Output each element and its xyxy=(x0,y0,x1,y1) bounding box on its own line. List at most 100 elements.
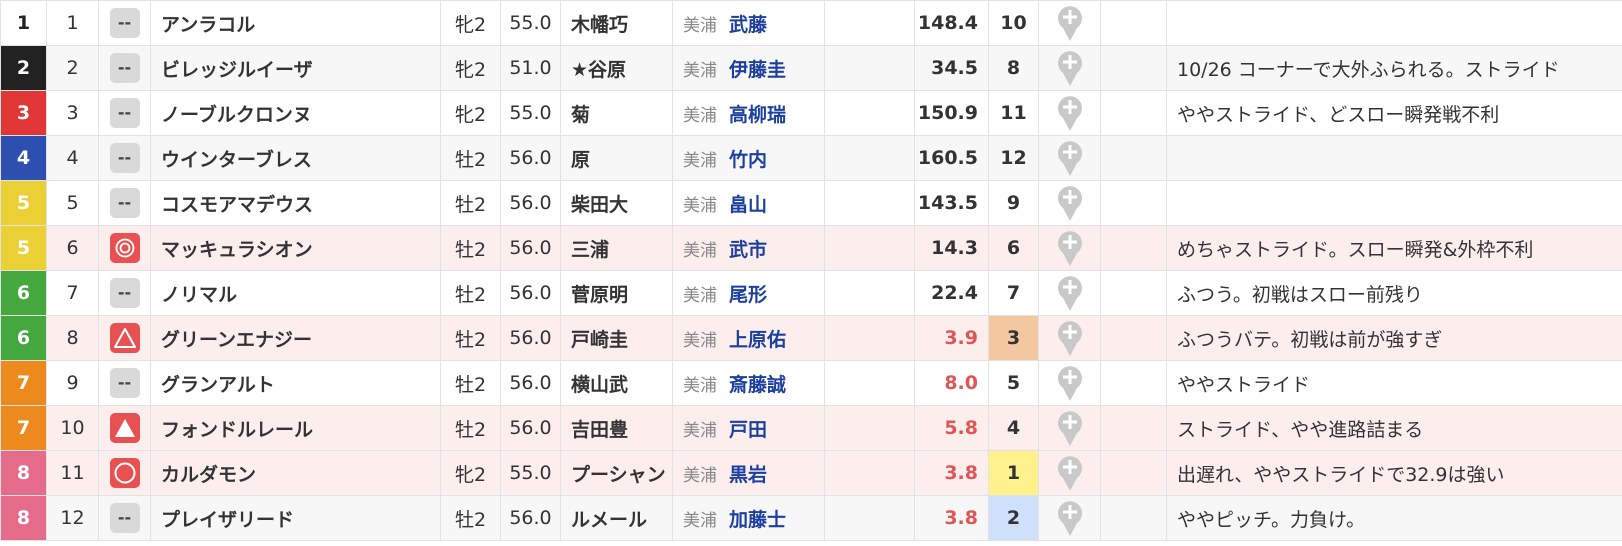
prediction-mark[interactable]: -- xyxy=(98,270,151,316)
trainer-link[interactable]: 黒岩 xyxy=(729,464,767,486)
jockey-link[interactable]: 柴田大 xyxy=(560,180,673,226)
horse-number: 5 xyxy=(46,180,99,226)
none-mark[interactable]: -- xyxy=(109,188,140,218)
comment-cell[interactable]: 出遅れ、ややストライドで32.9は強い xyxy=(1166,450,1622,496)
trainer-link[interactable]: 竹内 xyxy=(729,149,767,171)
add-pin-icon[interactable] xyxy=(1057,454,1083,492)
horse-name-link[interactable]: グランアルト xyxy=(150,360,441,406)
sex-age: 牝2 xyxy=(440,450,501,496)
jockey-link[interactable]: 三浦 xyxy=(560,225,673,271)
prediction-mark[interactable]: -- xyxy=(98,135,151,181)
add-pin-icon[interactable] xyxy=(1057,319,1083,357)
trainer-link[interactable]: 上原佑 xyxy=(729,329,786,351)
comment-cell[interactable]: ややピッチ。力負け。 xyxy=(1166,495,1622,541)
jockey-link[interactable]: ルメール xyxy=(560,495,673,541)
add-pin-button[interactable] xyxy=(1038,405,1101,451)
circle-mark[interactable] xyxy=(109,458,140,488)
horse-name-link[interactable]: ビレッジルイーザ xyxy=(150,45,441,91)
trainer-link[interactable]: 武市 xyxy=(729,239,767,261)
add-pin-icon[interactable] xyxy=(1057,499,1083,537)
trainer-link[interactable]: 畠山 xyxy=(729,194,767,216)
comment-cell[interactable]: ややストライド、どスロー瞬発戦不利 xyxy=(1166,90,1622,136)
horse-name-link[interactable]: ノーブルクロンヌ xyxy=(150,90,441,136)
add-pin-icon[interactable] xyxy=(1057,4,1083,42)
comment-cell[interactable] xyxy=(1166,135,1622,181)
runner-row: 6 8 グリーンエナジー 牡2 56.0 戸崎圭 美浦 上原佑 3.9 3 ふつう… xyxy=(0,315,1622,361)
empty-cell xyxy=(1100,450,1167,496)
add-pin-button[interactable] xyxy=(1038,90,1101,136)
triangle-outline-mark[interactable] xyxy=(109,323,140,353)
add-pin-button[interactable] xyxy=(1038,315,1101,361)
horse-name-link[interactable]: プレイザリード xyxy=(150,495,441,541)
horse-name-link[interactable]: マッキュラシオン xyxy=(150,225,441,271)
prediction-mark[interactable]: -- xyxy=(98,360,151,406)
horse-name-link[interactable]: コスモアマデウス xyxy=(150,180,441,226)
none-mark[interactable]: -- xyxy=(109,368,140,398)
add-pin-button[interactable] xyxy=(1038,180,1101,226)
horse-name-link[interactable]: フォンドルレール xyxy=(150,405,441,451)
jockey-link[interactable]: 菊 xyxy=(560,90,673,136)
double-circle-mark[interactable] xyxy=(109,233,140,263)
jockey-link[interactable]: プーシャン xyxy=(560,450,673,496)
jockey-link[interactable]: 戸崎圭 xyxy=(560,315,673,361)
prediction-mark[interactable] xyxy=(98,225,151,271)
prediction-mark[interactable] xyxy=(98,450,151,496)
horse-name-link[interactable]: グリーンエナジー xyxy=(150,315,441,361)
horse-name-link[interactable]: ノリマル xyxy=(150,270,441,316)
add-pin-button[interactable] xyxy=(1038,360,1101,406)
trainer-link[interactable]: 戸田 xyxy=(729,419,767,441)
add-pin-icon[interactable] xyxy=(1057,274,1083,312)
horse-name-link[interactable]: アンラコル xyxy=(150,0,441,46)
jockey-link[interactable]: 原 xyxy=(560,135,673,181)
jockey-link[interactable]: 横山武 xyxy=(560,360,673,406)
jockey-link[interactable]: 菅原明 xyxy=(560,270,673,316)
add-pin-icon[interactable] xyxy=(1057,139,1083,177)
prediction-mark[interactable]: -- xyxy=(98,90,151,136)
none-mark[interactable]: -- xyxy=(109,53,140,83)
triangle-filled-mark[interactable] xyxy=(109,413,140,443)
jockey-link[interactable]: 木幡巧 xyxy=(560,0,673,46)
prediction-mark[interactable] xyxy=(98,405,151,451)
add-pin-button[interactable] xyxy=(1038,135,1101,181)
trainer-link[interactable]: 尾形 xyxy=(729,284,767,306)
add-pin-button[interactable] xyxy=(1038,450,1101,496)
jockey-link[interactable]: 吉田豊 xyxy=(560,405,673,451)
comment-cell[interactable] xyxy=(1166,180,1622,226)
comment-cell[interactable]: ふつうバテ。初戦は前が強すぎ xyxy=(1166,315,1622,361)
trainer-link[interactable]: 伊藤圭 xyxy=(729,59,786,81)
add-pin-icon[interactable] xyxy=(1057,229,1083,267)
comment-cell[interactable]: ストライド、やや進路詰まる xyxy=(1166,405,1622,451)
trainer-link[interactable]: 斎藤誠 xyxy=(729,374,786,396)
add-pin-button[interactable] xyxy=(1038,45,1101,91)
none-mark[interactable]: -- xyxy=(109,8,140,38)
comment-cell[interactable] xyxy=(1166,0,1622,46)
comment-cell[interactable]: ふつう。初戦はスロー前残り xyxy=(1166,270,1622,316)
prediction-mark[interactable]: -- xyxy=(98,495,151,541)
add-pin-button[interactable] xyxy=(1038,0,1101,46)
prediction-mark[interactable]: -- xyxy=(98,180,151,226)
none-mark[interactable]: -- xyxy=(109,278,140,308)
none-mark[interactable]: -- xyxy=(109,143,140,173)
add-pin-button[interactable] xyxy=(1038,495,1101,541)
none-mark[interactable]: -- xyxy=(109,98,140,128)
prediction-mark[interactable]: -- xyxy=(98,45,151,91)
trainer-link[interactable]: 高柳瑞 xyxy=(729,104,786,126)
add-pin-icon[interactable] xyxy=(1057,409,1083,447)
horse-name-link[interactable]: ウインターブレス xyxy=(150,135,441,181)
add-pin-icon[interactable] xyxy=(1057,184,1083,222)
comment-cell[interactable]: 10/26 コーナーで大外ふられる。ストライド xyxy=(1166,45,1622,91)
trainer-link[interactable]: 加藤士 xyxy=(729,509,786,531)
trainer-link[interactable]: 武藤 xyxy=(729,14,767,36)
comment-cell[interactable]: ややストライド xyxy=(1166,360,1622,406)
none-mark[interactable]: -- xyxy=(109,503,140,533)
add-pin-icon[interactable] xyxy=(1057,364,1083,402)
add-pin-button[interactable] xyxy=(1038,225,1101,271)
add-pin-button[interactable] xyxy=(1038,270,1101,316)
prediction-mark[interactable] xyxy=(98,315,151,361)
jockey-link[interactable]: ★谷原 xyxy=(560,45,673,91)
add-pin-icon[interactable] xyxy=(1057,49,1083,87)
prediction-mark[interactable]: -- xyxy=(98,0,151,46)
horse-name-link[interactable]: カルダモン xyxy=(150,450,441,496)
add-pin-icon[interactable] xyxy=(1057,94,1083,132)
comment-cell[interactable]: めちゃストライド。スロー瞬発&外枠不利 xyxy=(1166,225,1622,271)
